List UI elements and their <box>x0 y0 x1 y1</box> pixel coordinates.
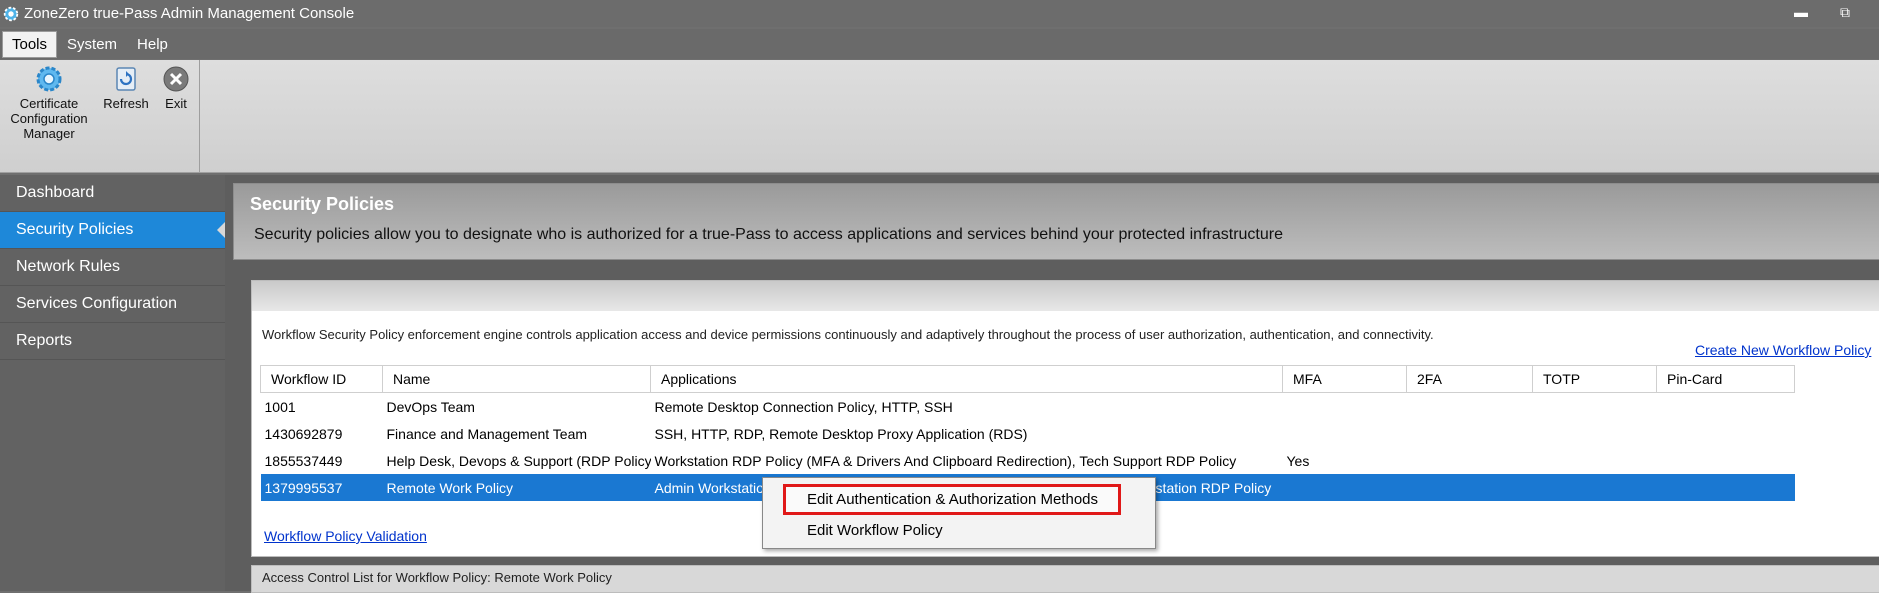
sidebar-item-security-policies[interactable]: Security Policies <box>0 212 226 249</box>
window-title: ZoneZero true-Pass Admin Management Cons… <box>24 5 355 22</box>
cell-pin-card <box>1656 474 1795 501</box>
menu-help[interactable]: Help <box>127 31 178 58</box>
cell-mfa <box>1283 393 1407 421</box>
access-control-list-header: Access Control List for Workflow Policy:… <box>251 565 1879 593</box>
cell-mfa <box>1282 474 1407 501</box>
minimize-icon[interactable]: ▬ <box>1794 4 1808 20</box>
page-header: Security Policies Security policies allo… <box>233 183 1879 260</box>
menu-system[interactable]: System <box>57 31 127 58</box>
cell-mfa <box>1283 420 1407 447</box>
column-header-mfa[interactable]: MFA <box>1282 365 1407 393</box>
cell-applications: Workstation RDP Policy (MFA & Drivers An… <box>654 452 1237 469</box>
cell-totp <box>1532 474 1657 501</box>
cell-totp <box>1533 393 1657 421</box>
restore-icon[interactable]: ⧉ <box>1840 4 1850 21</box>
page-description: Security policies allow you to designate… <box>254 226 1283 243</box>
cell-pin-card <box>1657 420 1795 447</box>
column-header-2fa[interactable]: 2FA <box>1406 365 1533 393</box>
title-bar: ZoneZero true-Pass Admin Management Cons… <box>0 0 1879 27</box>
refresh-icon <box>116 67 136 91</box>
column-header-pin-card[interactable]: Pin-Card <box>1656 365 1795 393</box>
toolbar: Certificate Configuration Manager Refres… <box>0 60 1879 173</box>
cell-totp <box>1533 420 1657 447</box>
cell-name: Remote Work Policy <box>382 474 651 501</box>
column-header-workflow-id[interactable]: Workflow ID <box>260 365 383 393</box>
cell-2fa <box>1407 447 1533 474</box>
cell-2fa <box>1407 393 1533 421</box>
cell-workflow-id: 1379995537 <box>260 474 383 501</box>
sidebar: Dashboard Security Policies Network Rule… <box>0 175 226 591</box>
column-header-applications[interactable]: Applications <box>650 365 1283 393</box>
gear-app-icon <box>3 6 19 21</box>
cell-2fa <box>1407 420 1533 447</box>
column-header-name[interactable]: Name <box>382 365 651 393</box>
cell-name: Help Desk, Devops & Support (RDP Policy) <box>386 452 651 469</box>
exit-button[interactable]: Exit <box>158 64 194 111</box>
column-header-totp[interactable]: TOTP <box>1532 365 1657 393</box>
cell-applications: Remote Desktop Connection Policy, HTTP, … <box>654 398 953 415</box>
refresh-button[interactable]: Refresh <box>98 64 154 111</box>
table-row[interactable]: 1001 DevOps Team Remote Desktop Connecti… <box>261 393 1795 421</box>
panel-header-band <box>252 281 1879 311</box>
cell-name: DevOps Team <box>386 398 475 415</box>
workflow-policy-validation-link[interactable]: Workflow Policy Validation <box>264 528 427 544</box>
sidebar-item-reports[interactable]: Reports <box>0 323 225 360</box>
menu-bar: Tools System Help <box>0 29 1879 59</box>
certificate-configuration-manager-button[interactable]: Certificate Configuration Manager <box>4 64 94 141</box>
cell-mfa: Yes <box>1286 452 1310 469</box>
cell-pin-card <box>1657 447 1795 474</box>
cell-pin-card <box>1657 393 1795 421</box>
cell-name: Finance and Management Team <box>386 425 588 442</box>
certificate-label-line3: Manager <box>23 126 75 141</box>
menu-tools[interactable]: Tools <box>2 30 58 58</box>
page-title: Security Policies <box>250 194 395 214</box>
certificate-label-line1: Certificate <box>19 96 79 111</box>
cell-workflow-id: 1001 <box>264 398 296 415</box>
create-new-workflow-policy-link[interactable]: Create New Workflow Policy <box>1695 342 1871 358</box>
refresh-label: Refresh <box>103 96 149 111</box>
exit-label: Exit <box>165 96 187 111</box>
sidebar-item-network-rules[interactable]: Network Rules <box>0 249 225 286</box>
sidebar-item-dashboard[interactable]: Dashboard <box>0 175 225 212</box>
certificate-label-line2: Configuration <box>10 111 88 126</box>
table-row[interactable]: 1430692879 Finance and Management Team S… <box>261 420 1795 447</box>
table-row[interactable]: 1855537449 Help Desk, Devops & Support (… <box>261 447 1795 474</box>
cell-2fa <box>1406 474 1533 501</box>
context-menu-edit-workflow-policy[interactable]: Edit Workflow Policy <box>763 516 1155 546</box>
context-menu: Edit Authentication & Authorization Meth… <box>762 477 1156 549</box>
table-header-row: Workflow ID Name Applications MFA 2FA TO… <box>260 365 1795 393</box>
context-menu-edit-auth-methods[interactable]: Edit Authentication & Authorization Meth… <box>783 484 1121 515</box>
toolbar-divider <box>199 60 200 172</box>
certificate-gear-icon <box>36 66 62 92</box>
cell-applications: SSH, HTTP, RDP, Remote Desktop Proxy App… <box>654 425 1028 442</box>
exit-icon <box>163 66 189 92</box>
sidebar-item-services-configuration[interactable]: Services Configuration <box>0 286 225 323</box>
cell-workflow-id: 1430692879 <box>264 425 343 442</box>
cell-totp <box>1533 447 1657 474</box>
panel-description: Workflow Security Policy enforcement eng… <box>262 327 1434 342</box>
cell-workflow-id: 1855537449 <box>264 452 343 469</box>
acl-label: Access Control List for Workflow Policy:… <box>262 570 612 585</box>
